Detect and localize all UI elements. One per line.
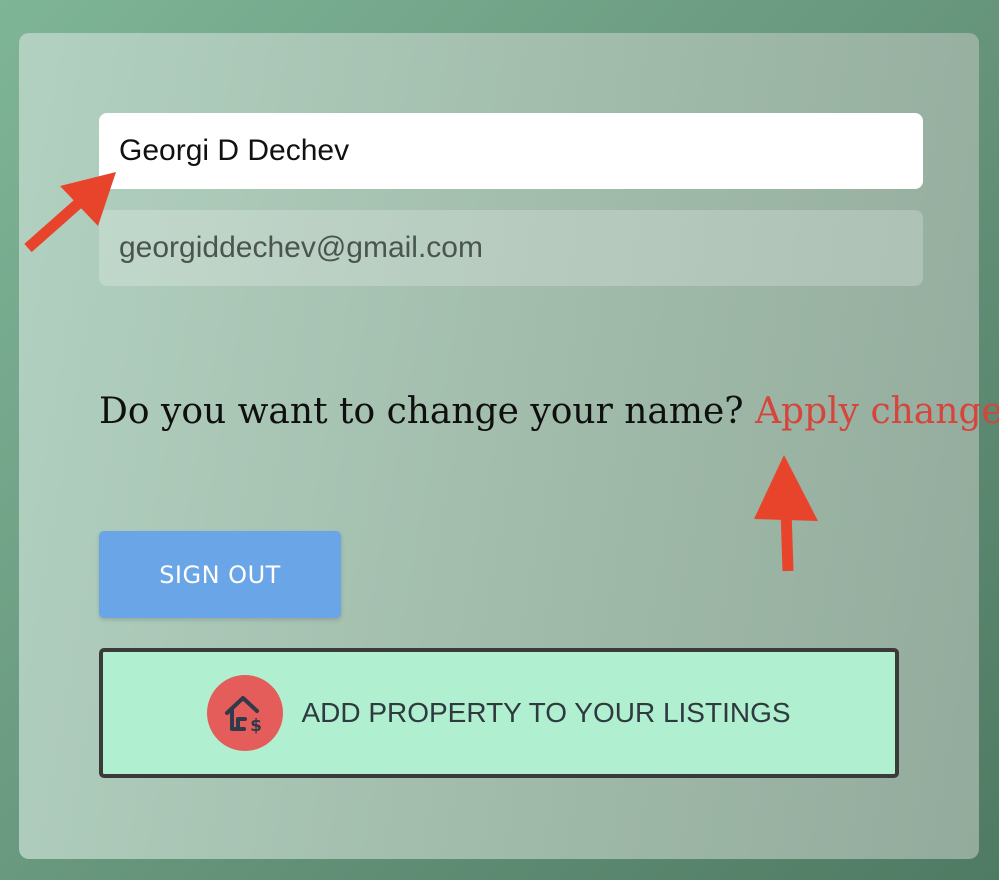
annotation-arrow-name — [24, 172, 116, 253]
name-input-value: Georgi D Dechev — [119, 134, 350, 167]
add-property-button[interactable]: $ ADD PROPERTY TO YOUR LISTINGS — [99, 648, 899, 778]
change-name-question: Do you want to change your name? — [99, 391, 744, 432]
svg-text:$: $ — [251, 716, 263, 736]
change-name-prompt: Do you want to change your name? Apply c… — [99, 391, 999, 432]
annotation-arrow-apply — [754, 455, 818, 572]
house-dollar-icon: $ — [207, 675, 284, 751]
profile-card: Georgi D Dechev georgiddechev@gmail.com … — [19, 33, 999, 859]
add-property-label: ADD PROPERTY TO YOUR LISTINGS — [301, 697, 791, 728]
house-dollar-icon-graphic: $ — [225, 696, 263, 736]
apply-changes-link[interactable]: Apply changes — [755, 391, 999, 432]
sign-out-label: SIGN OUT — [159, 560, 281, 589]
email-field-value: georgiddechev@gmail.com — [119, 231, 483, 264]
sign-out-button[interactable]: SIGN OUT — [99, 531, 341, 618]
email-field: georgiddechev@gmail.com — [99, 210, 923, 286]
name-input[interactable]: Georgi D Dechev — [99, 113, 923, 189]
